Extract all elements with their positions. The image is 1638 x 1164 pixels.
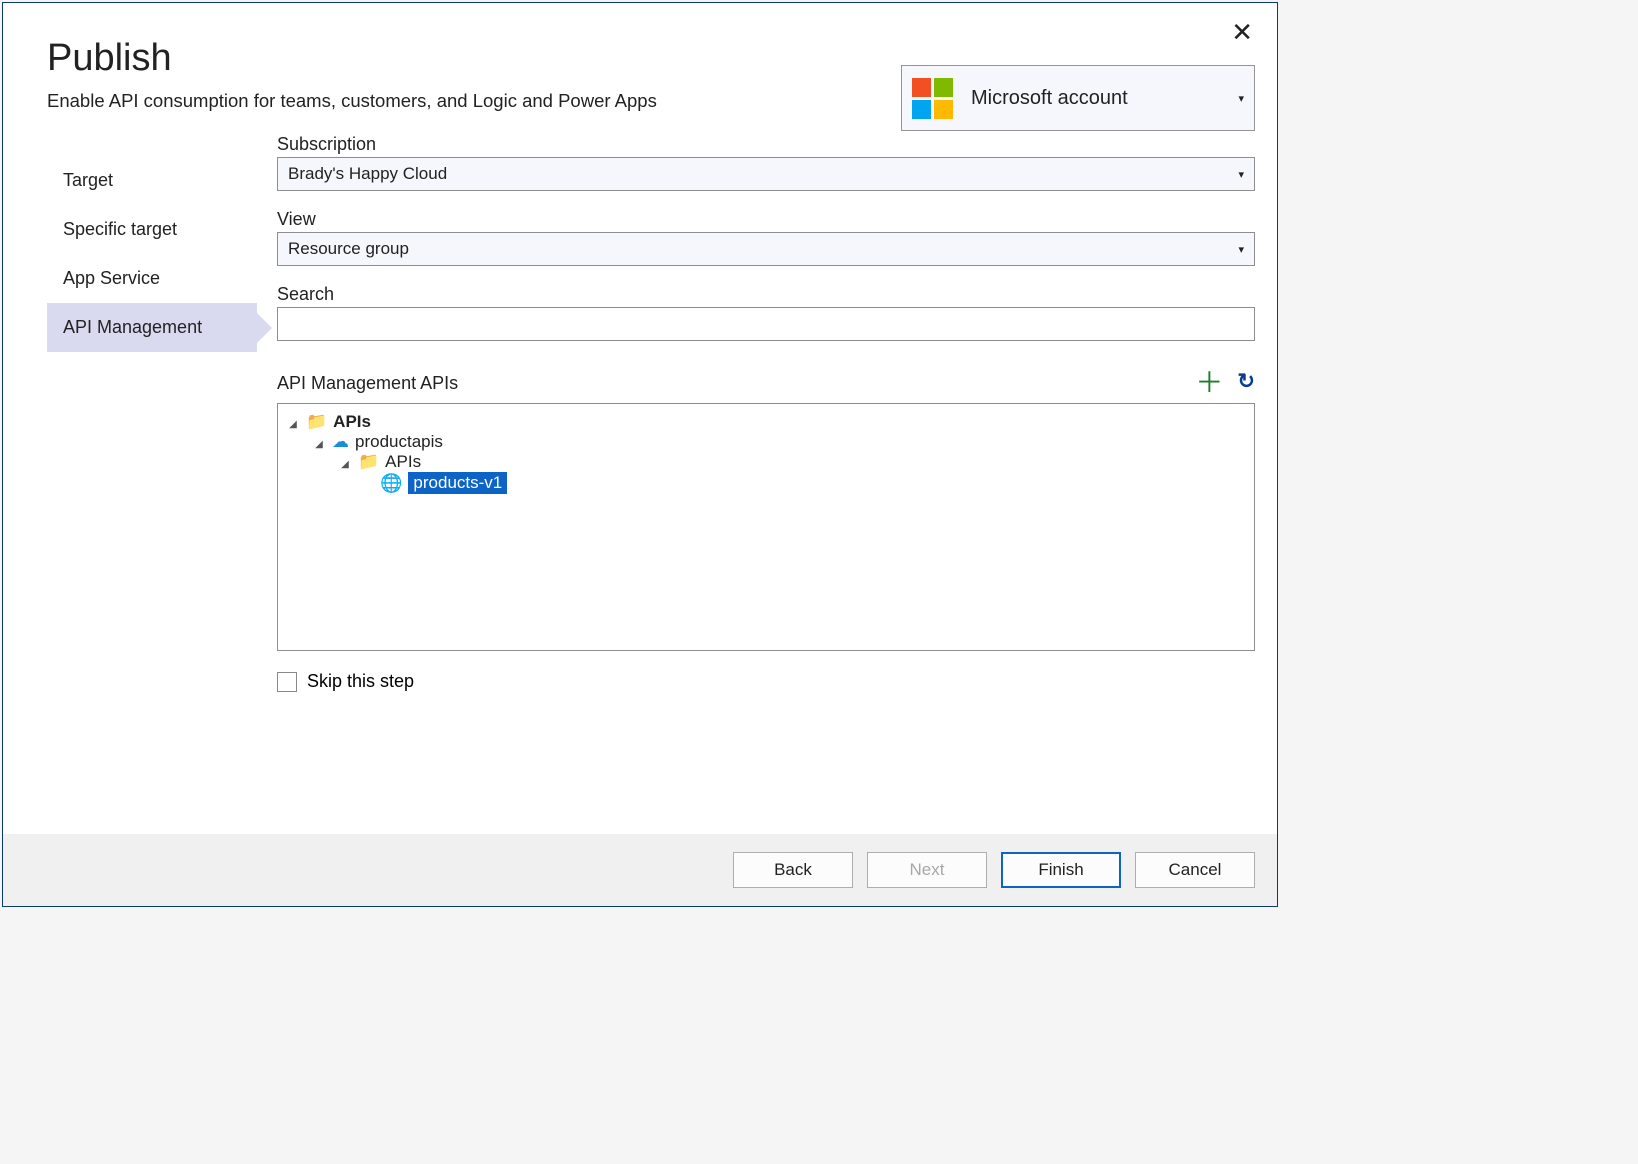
back-button[interactable]: Back — [733, 852, 853, 888]
view-dropdown[interactable]: Resource group ▾ — [277, 232, 1255, 266]
tree-node-root[interactable]: APIs — [333, 412, 371, 432]
folder-icon: 📁 — [358, 452, 379, 472]
step-app-service[interactable]: App Service — [47, 254, 257, 303]
chevron-down-icon: ▾ — [1238, 92, 1244, 105]
wizard-steps: Target Specific target App Service API M… — [47, 134, 257, 818]
search-label: Search — [277, 284, 1255, 305]
skip-checkbox[interactable] — [277, 672, 297, 692]
step-specific-target[interactable]: Specific target — [47, 205, 257, 254]
step-api-management[interactable]: API Management — [47, 303, 257, 352]
expander-icon[interactable] — [286, 415, 300, 430]
chevron-down-icon: ▾ — [1238, 243, 1244, 256]
tree-node-selected[interactable]: products-v1 — [408, 472, 507, 494]
view-label: View — [277, 209, 1255, 230]
globe-icon: 🌐 — [380, 473, 402, 494]
subscription-value: Brady's Happy Cloud — [288, 164, 447, 184]
account-label: Microsoft account — [971, 87, 1238, 110]
form-area: Subscription Brady's Happy Cloud ▾ View … — [257, 134, 1255, 818]
dialog-footer: Back Next Finish Cancel — [3, 834, 1277, 906]
microsoft-logo-icon — [912, 78, 953, 119]
search-input[interactable] — [277, 307, 1255, 341]
dialog-header: Publish Enable API consumption for teams… — [3, 3, 1277, 122]
refresh-icon[interactable]: ↻ — [1237, 371, 1255, 397]
next-button[interactable]: Next — [867, 852, 987, 888]
tree-node-productapis[interactable]: productapis — [355, 432, 443, 452]
folder-icon: 📁 — [306, 412, 327, 432]
add-icon[interactable]: ＋ — [1195, 369, 1223, 397]
skip-label: Skip this step — [307, 671, 414, 692]
tree-node-apis-subfolder[interactable]: APIs — [385, 452, 421, 472]
step-target[interactable]: Target — [47, 156, 257, 205]
finish-button[interactable]: Finish — [1001, 852, 1121, 888]
expander-icon[interactable] — [338, 455, 352, 470]
cancel-button[interactable]: Cancel — [1135, 852, 1255, 888]
chevron-down-icon: ▾ — [1238, 168, 1244, 181]
subscription-dropdown[interactable]: Brady's Happy Cloud ▾ — [277, 157, 1255, 191]
view-value: Resource group — [288, 239, 409, 259]
account-selector[interactable]: Microsoft account ▾ — [901, 65, 1255, 131]
subscription-label: Subscription — [277, 134, 1255, 155]
publish-dialog: ✕ Publish Enable API consumption for tea… — [2, 2, 1278, 907]
expander-icon[interactable] — [312, 435, 326, 450]
cloud-icon: ☁ — [332, 432, 349, 452]
apis-section-label: API Management APIs — [277, 373, 458, 394]
apis-tree[interactable]: 📁 APIs ☁ productapis 📁 APIs 🌐 — [277, 403, 1255, 651]
